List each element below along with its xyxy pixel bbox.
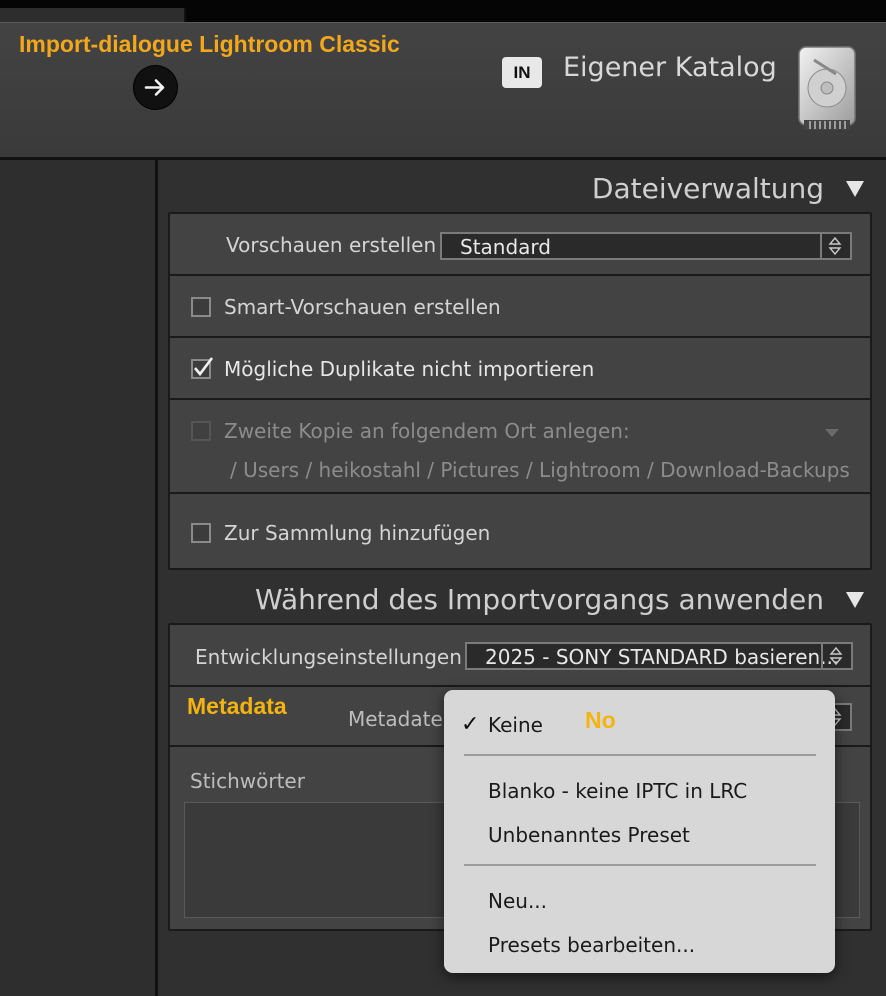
arrow-right-icon[interactable] [134, 66, 177, 109]
menu-item-unbenanntes-preset[interactable]: Unbenanntes Preset [488, 823, 690, 847]
develop-settings-label: Entwicklungseinstellungen [195, 645, 462, 669]
smart-previews-label: Smart-Vorschauen erstellen [224, 295, 501, 319]
annotation-metadata: Metadata [187, 693, 287, 719]
chevron-down-icon[interactable] [824, 423, 840, 442]
add-to-collection-checkbox[interactable] [191, 523, 211, 543]
window-topbar [0, 0, 886, 24]
develop-settings-value: 2025 - SONY STANDARD basieren... [485, 645, 840, 669]
no-duplicates-row: Mögliche Duplikate nicht importieren [170, 338, 870, 398]
smart-previews-row: Smart-Vorschauen erstellen [170, 276, 870, 336]
annotation-title: Import-dialogue Lightroom Classic [19, 31, 400, 57]
no-duplicates-checkbox[interactable] [191, 357, 214, 379]
menu-item-presets-bearbeiten[interactable]: Presets bearbeiten... [488, 933, 695, 957]
triangle-down-icon[interactable] [845, 591, 865, 613]
add-to-collection-label: Zur Sammlung hinzufügen [224, 521, 491, 545]
annotation-no: No [585, 707, 616, 733]
metadata-preset-menu: ✓ Keine Blanko - keine IPTC in LRC Unben… [444, 690, 835, 973]
menu-item-neu[interactable]: Neu... [488, 889, 547, 913]
menu-divider [464, 754, 816, 756]
triangle-down-icon[interactable] [845, 180, 865, 202]
develop-settings-row: Entwicklungseinstellungen 2025 - SONY ST… [170, 625, 870, 685]
section-title-apply-during-import[interactable]: Während des Importvorgangs anwenden [255, 583, 824, 616]
hard-disk-icon [796, 44, 858, 138]
up-down-stepper-icon[interactable] [821, 644, 851, 668]
build-previews-label: Vorschauen erstellen [226, 233, 437, 257]
catalog-name: Eigener Katalog [563, 52, 777, 83]
build-previews-value: Standard [460, 235, 551, 259]
keywords-label: Stichwörter [190, 769, 305, 793]
smart-previews-checkbox[interactable] [191, 297, 211, 317]
section-title-file-handling[interactable]: Dateiverwaltung [592, 172, 824, 205]
add-to-collection-row: Zur Sammlung hinzufügen [170, 494, 870, 568]
second-copy-label: Zweite Kopie an folgendem Ort anlegen: [224, 419, 630, 443]
second-copy-row: Zweite Kopie an folgendem Ort anlegen: /… [170, 400, 870, 492]
second-copy-checkbox[interactable] [191, 421, 211, 441]
menu-item-keine[interactable]: Keine [488, 713, 543, 737]
develop-settings-select[interactable]: 2025 - SONY STANDARD basieren... [465, 642, 853, 670]
menu-divider [464, 864, 816, 866]
no-duplicates-label: Mögliche Duplikate nicht importieren [224, 357, 595, 381]
second-copy-path: / Users / heikostahl / Pictures / Lightr… [230, 458, 850, 482]
check-icon: ✓ [461, 712, 480, 737]
left-panel [0, 160, 155, 996]
metadata-label: Metadaten [348, 707, 456, 731]
menu-item-blanko[interactable]: Blanko - keine IPTC in LRC [488, 779, 747, 803]
import-destination-badge: IN [502, 57, 542, 88]
up-down-stepper-icon[interactable] [820, 234, 850, 258]
check-icon [194, 357, 214, 377]
build-previews-row: Vorschauen erstellen Standard [170, 214, 870, 274]
build-previews-select[interactable]: Standard [440, 232, 852, 260]
